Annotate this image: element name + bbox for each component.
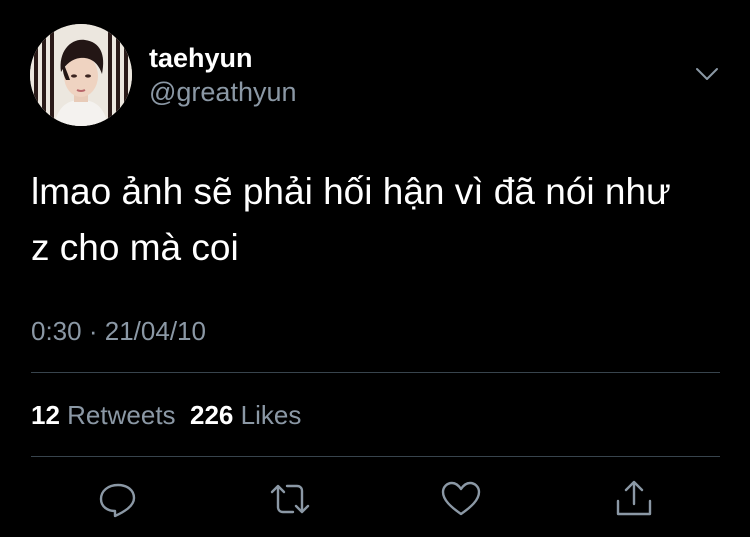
chevron-down-icon[interactable] [694, 63, 720, 85]
user-names[interactable]: taehyun @greathyun [149, 42, 297, 108]
tweet-date: 21/04/10 [104, 316, 206, 346]
tweet-timestamp[interactable]: 0:30 · 21/04/10 [31, 313, 206, 349]
share-button[interactable] [612, 479, 656, 519]
reply-button[interactable] [96, 479, 140, 519]
engagement-stats: 12 Retweets 226 Likes [31, 397, 301, 433]
retweets-stat[interactable]: 12 Retweets [31, 400, 176, 430]
avatar[interactable] [30, 24, 132, 126]
likes-count: 226 [190, 400, 234, 430]
divider [31, 372, 720, 373]
likes-stat[interactable]: 226 Likes [190, 400, 301, 430]
tweet-text-line-2: z cho mà coi [31, 227, 239, 268]
likes-label: Likes [240, 400, 302, 430]
retweets-count: 12 [31, 400, 60, 430]
tweet-text: lmao ảnh sẽ phải hối hận vì đã nói như z … [31, 164, 731, 276]
divider [31, 456, 720, 457]
user-handle[interactable]: @greathyun [149, 76, 297, 108]
tweet-text-line-1: lmao ảnh sẽ phải hối hận vì đã nói như [31, 171, 671, 212]
share-icon [616, 480, 652, 516]
retweet-icon [270, 484, 310, 514]
meta-separator: · [88, 316, 98, 346]
display-name[interactable]: taehyun [149, 42, 297, 74]
retweets-label: Retweets [67, 400, 176, 430]
tweet-card: taehyun @greathyun lmao ảnh sẽ phải hối … [0, 0, 750, 537]
reply-icon [99, 483, 136, 518]
like-icon [441, 481, 481, 516]
like-button[interactable] [439, 479, 483, 519]
retweet-button[interactable] [268, 479, 312, 519]
tweet-time: 0:30 [31, 316, 82, 346]
